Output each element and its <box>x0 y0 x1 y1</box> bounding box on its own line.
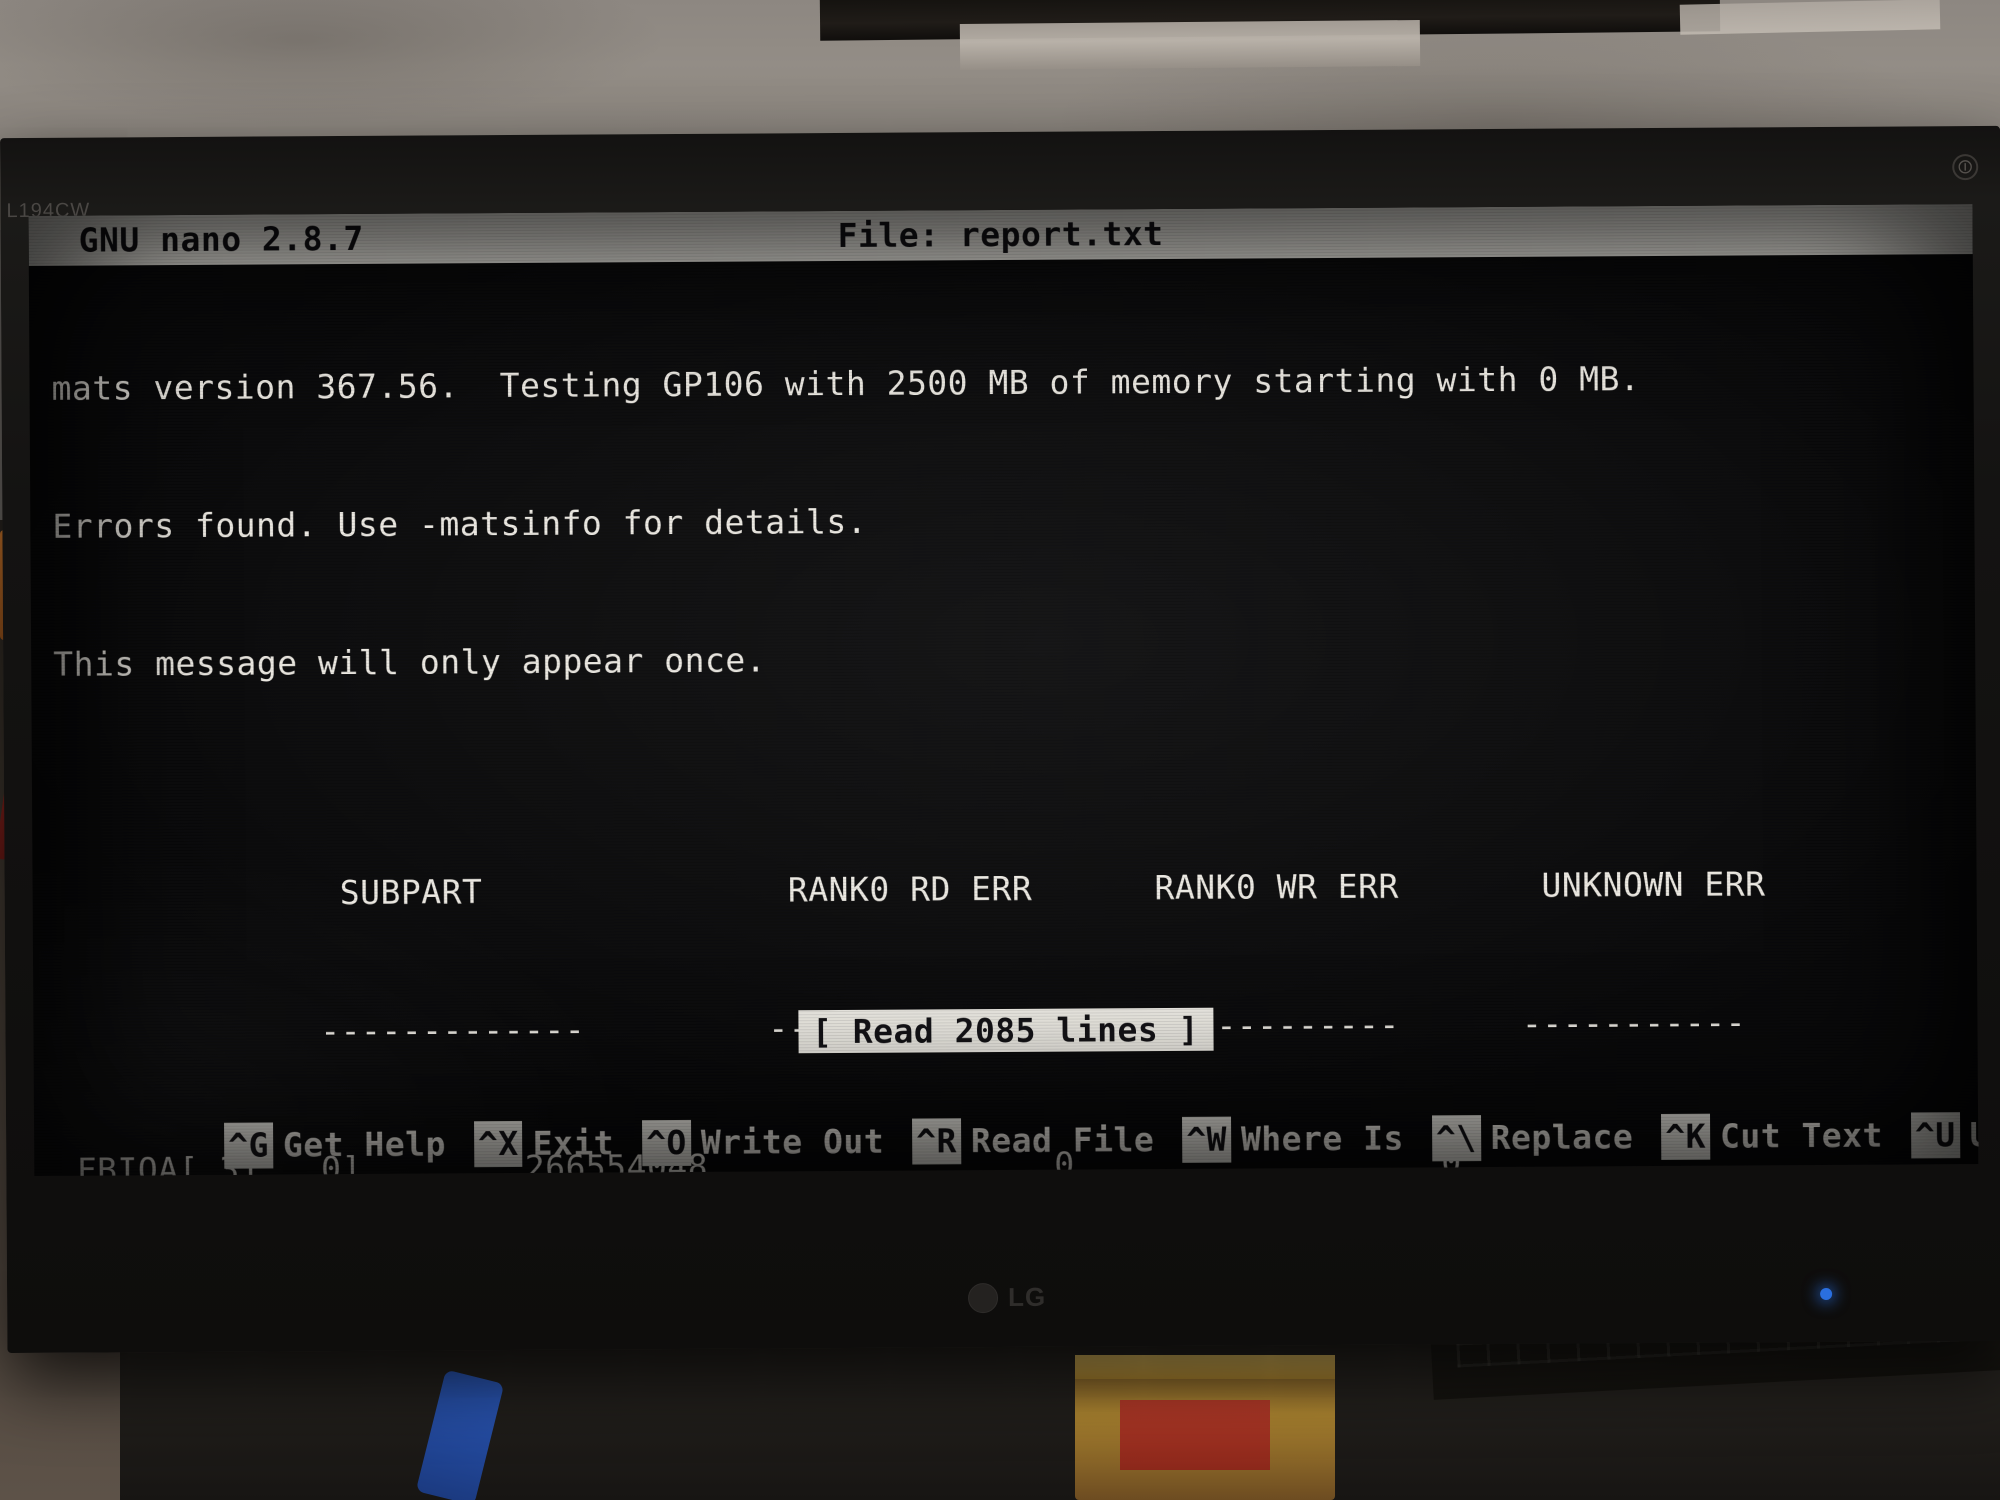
photo-scene: L194CW ⏼ GNU nano 2.8.7 File: report.txt… <box>0 0 2000 1500</box>
shortcut-get-help[interactable]: ^G Get Help <box>224 1121 474 1169</box>
shortcut-read-file[interactable]: ^R Read File <box>912 1117 1182 1165</box>
lg-face-icon <box>967 1282 999 1313</box>
table-header-row: SUBPART RANK0 RD ERR RANK0 WR ERR UNKNOW… <box>54 814 1976 912</box>
shortcut-replace[interactable]: ^\ Replace <box>1431 1114 1662 1162</box>
intro-line: Errors found. Use -matsinfo for details. <box>52 501 868 546</box>
tin-lid <box>1075 1355 1335 1379</box>
shortcut-cut-text[interactable]: ^K Cut Text <box>1661 1112 1911 1160</box>
wall-tape-strip <box>959 19 1421 71</box>
shortcut-exit[interactable]: ^X Exit <box>473 1120 643 1168</box>
status-message-text: [ Read 2085 lines ] <box>797 1007 1214 1054</box>
shortcut-key: ^O <box>641 1119 691 1167</box>
tin-label <box>1120 1400 1270 1470</box>
shortcut-label: Uncut Text <box>1969 1114 1979 1155</box>
monitor-screen: GNU nano 2.8.7 File: report.txt mats ver… <box>28 204 1979 1176</box>
status-led <box>1820 1287 1833 1301</box>
shortcut-label: Where Is <box>1240 1118 1405 1159</box>
intro-line: mats version 367.56. Testing GP106 with … <box>51 359 1641 408</box>
shortcut-where-is[interactable]: ^W Where Is <box>1182 1115 1432 1163</box>
shortcut-uncut-text[interactable]: ^U Uncut Text <box>1910 1111 1979 1159</box>
shortcut-key: ^R <box>912 1118 962 1165</box>
lcd-monitor: L194CW ⏼ GNU nano 2.8.7 File: report.txt… <box>0 125 2000 1354</box>
shortcut-key: ^W <box>1182 1116 1232 1163</box>
intro-line: This message will only appear once. <box>53 640 767 684</box>
shortcut-label: Replace <box>1490 1117 1634 1158</box>
shortcut-label: Write Out <box>700 1121 885 1162</box>
shortcut-label: Get Help <box>282 1124 446 1165</box>
shortcut-write-out[interactable]: ^O Write Out <box>641 1119 912 1167</box>
wall-tape-strip-secondary <box>1679 0 1941 35</box>
shortcut-key: ^\ <box>1431 1115 1481 1162</box>
power-icon[interactable]: ⏼ <box>1952 154 1979 181</box>
monitor-brand-text: LG <box>1007 1281 1047 1312</box>
shortcut-label: Cut Text <box>1719 1115 1884 1156</box>
shortcut-key: ^K <box>1661 1113 1711 1160</box>
shortcut-key: ^X <box>473 1120 523 1168</box>
table-separator-row: ------------- ------------- ------------… <box>55 952 1977 1050</box>
nano-editor: GNU nano 2.8.7 File: report.txt mats ver… <box>28 204 1979 1176</box>
shortcut-key: ^G <box>224 1122 274 1169</box>
table-header-text: SUBPART RANK0 RD ERR RANK0 WR ERR UNKNOW… <box>298 864 1766 913</box>
shortcut-label: Read File <box>970 1120 1155 1161</box>
monitor-brand-logo: LG <box>967 1281 1047 1313</box>
shortcut-label: Exit <box>532 1123 615 1163</box>
shortcut-key: ^U <box>1910 1112 1960 1159</box>
